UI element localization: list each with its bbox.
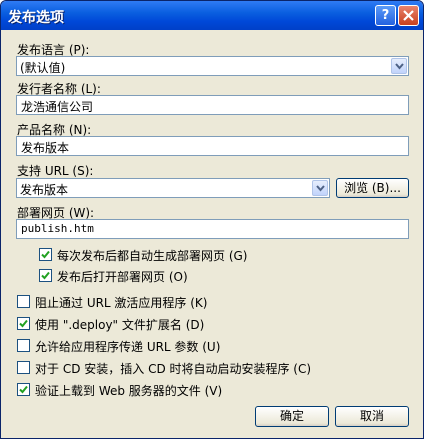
title-bar: 发布选项 ? (1, 1, 423, 30)
allow-url-parameters-checkbox[interactable] (17, 339, 30, 352)
close-button[interactable] (398, 5, 419, 26)
cd-autostart-label[interactable]: 对于 CD 安装，插入 CD 时将自动启动安装程序 (C) (35, 360, 311, 377)
checkmark-icon (41, 271, 50, 280)
auto-generate-deploy-page-label[interactable]: 每次发布后都自动生成部署网页 (G) (57, 247, 247, 264)
language-select[interactable]: (默认值) (16, 56, 409, 76)
help-icon: ? (381, 8, 390, 23)
ok-button[interactable]: 确定 (255, 406, 329, 427)
chevron-down-icon (395, 63, 404, 70)
verify-uploaded-files-label[interactable]: 验证上载到 Web 服务器的文件 (V) (35, 382, 222, 399)
support-url-value: 发布版本 (20, 183, 69, 197)
deploy-page-value: publish.htm (21, 222, 94, 235)
close-icon (403, 10, 414, 21)
use-deploy-extension-checkbox[interactable] (17, 317, 30, 330)
support-url-select[interactable]: 发布版本 (16, 178, 330, 198)
language-dropdown-button[interactable] (391, 58, 407, 74)
language-value: (默认值) (20, 61, 66, 75)
open-deploy-page-label[interactable]: 发布后打开部署网页 (O) (57, 268, 188, 285)
publisher-input[interactable]: 龙浩通信公司 (16, 95, 409, 115)
cancel-button[interactable]: 取消 (335, 406, 409, 427)
verify-uploaded-files-checkbox[interactable] (17, 383, 30, 396)
cd-autostart-checkbox[interactable] (17, 361, 30, 374)
use-deploy-extension-label[interactable]: 使用 ".deploy" 文件扩展名 (D) (35, 316, 204, 333)
auto-generate-deploy-page-checkbox[interactable] (39, 248, 52, 261)
allow-url-parameters-label[interactable]: 允许给应用程序传递 URL 参数 (U) (35, 338, 220, 355)
checkmark-icon (19, 385, 28, 394)
support-url-label: 支持 URL (S): (17, 164, 94, 178)
open-deploy-page-checkbox[interactable] (39, 269, 52, 282)
support-url-dropdown-button[interactable] (312, 180, 328, 196)
block-url-activation-checkbox[interactable] (17, 295, 30, 308)
checkmark-icon (41, 250, 50, 259)
product-value: 发布版本 (21, 141, 70, 155)
checkmark-icon (19, 319, 28, 328)
dialog-title: 发布选项 (8, 10, 64, 26)
product-input[interactable]: 发布版本 (16, 136, 409, 156)
block-url-activation-label[interactable]: 阻止通过 URL 激活应用程序 (K) (35, 294, 207, 311)
browse-button[interactable]: 浏览 (B)... (336, 178, 409, 198)
help-button[interactable]: ? (375, 5, 396, 26)
publish-options-dialog: 发布选项 ? 发布语言 (P): (默认值) 发行者名称 (L): 龙浩通信公司… (0, 0, 424, 439)
deploy-page-input[interactable]: publish.htm (16, 219, 409, 239)
publisher-value: 龙浩通信公司 (21, 100, 94, 114)
chevron-down-icon (316, 185, 325, 192)
